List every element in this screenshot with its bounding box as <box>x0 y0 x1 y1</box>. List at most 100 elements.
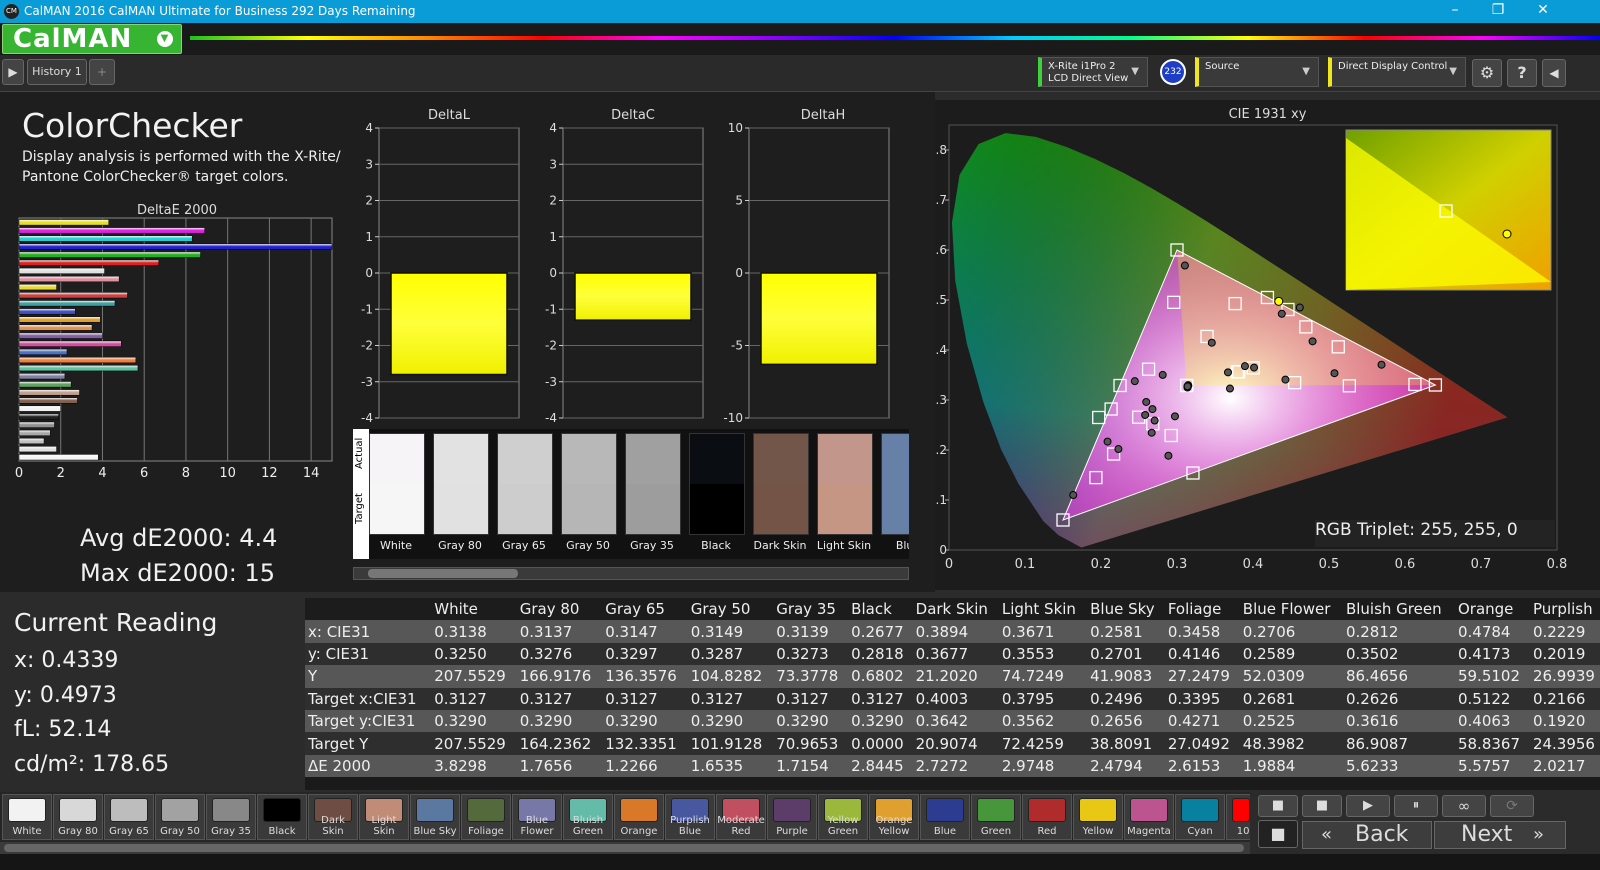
swatch-label: Light Skin <box>371 815 397 837</box>
table-cell: 2.9748 <box>998 754 1088 778</box>
table-cell: 136.3576 <box>602 665 688 688</box>
toolbar: ▶ History 1 + X-Rite i1Pro 2 LCD Direct … <box>0 55 1600 92</box>
play-icon[interactable]: ▶ <box>2 59 24 85</box>
table-cell: 0.2581 <box>1087 620 1165 643</box>
deltae-bar <box>18 292 128 299</box>
swatch-button[interactable]: Orange <box>614 794 664 840</box>
table-cell: 38.8091 <box>1087 732 1165 755</box>
delta-tick-label: -1 <box>361 302 373 316</box>
delta-tick-label: 4 <box>365 121 373 135</box>
swatch-label: Purplish Blue <box>670 815 710 837</box>
swatch-button[interactable]: Light Skin <box>359 794 409 840</box>
patch-pair <box>689 433 745 535</box>
refresh-icon[interactable]: ⟳ <box>1490 795 1534 817</box>
swatch-button[interactable]: Black <box>257 794 307 840</box>
table-cell: 0.3137 <box>516 620 603 643</box>
patch-actual <box>370 434 424 484</box>
stop-icon[interactable]: ■ <box>1258 795 1298 817</box>
swatch-button[interactable]: Magenta <box>1124 794 1174 840</box>
table-cell: 207.5529 <box>431 665 517 688</box>
swatch-button[interactable]: Gray 50 <box>155 794 205 840</box>
help-icon[interactable]: ? <box>1507 59 1537 87</box>
swatch-button[interactable]: Yellow Green <box>818 794 868 840</box>
swatch-button[interactable]: Blue Flower <box>512 794 562 840</box>
table-cell: 1.9884 <box>1239 754 1343 778</box>
close-button[interactable]: ✕ <box>1528 2 1558 20</box>
table-cell: ΔE 2000 <box>305 754 432 778</box>
table-cell: 0.3642 <box>912 709 999 733</box>
deltae-bar <box>18 429 51 436</box>
table-cell: 0.3290 <box>773 709 849 733</box>
swatch-button[interactable]: 100% <box>1226 794 1265 840</box>
swatch-button[interactable]: Green <box>971 794 1021 840</box>
display-control-selector[interactable]: Direct Display Control ▼ <box>1328 57 1466 87</box>
swatch-chip <box>161 798 199 822</box>
pause-icon[interactable]: ⏸ <box>1394 795 1438 817</box>
meter-selector[interactable]: X-Rite i1Pro 2 LCD Direct View ▼ <box>1038 57 1148 87</box>
column-header: Gray 35 <box>773 598 849 621</box>
cie-x-tick-label: 0.6 <box>1395 557 1416 572</box>
table-cell: 73.3778 <box>773 665 849 688</box>
swatch-button[interactable]: Blue <box>920 794 970 840</box>
back-button[interactable]: « Back <box>1302 821 1432 849</box>
table-cell: 0.2019 <box>1529 642 1600 666</box>
swatch-button[interactable]: Purplish Blue <box>665 794 715 840</box>
scrollbar-thumb[interactable] <box>4 844 1244 852</box>
add-tab-button[interactable]: + <box>89 59 115 85</box>
tab-history-1[interactable]: History 1 <box>27 59 87 85</box>
actual-marker <box>1277 309 1286 318</box>
play-icon[interactable]: ▶ <box>1346 795 1390 817</box>
swatch-button[interactable]: Bluish Green <box>563 794 613 840</box>
table-cell: 86.9087 <box>1342 732 1455 755</box>
swatch-button[interactable]: Cyan <box>1175 794 1225 840</box>
source-selector[interactable]: Source ▼ <box>1195 57 1319 87</box>
swatch-label: Orange <box>620 826 658 837</box>
table-cell: Y <box>305 665 432 688</box>
collapse-icon[interactable]: ◀ <box>1542 59 1566 87</box>
table-cell: 0.2589 <box>1239 642 1343 666</box>
minimize-button[interactable]: – <box>1440 2 1470 20</box>
swatch-button[interactable]: Moderate Red <box>716 794 766 840</box>
patch-target <box>562 484 616 534</box>
swatch-label: Green <box>980 826 1012 837</box>
swatch-button[interactable]: Foliage <box>461 794 511 840</box>
swatch-button[interactable]: Gray 35 <box>206 794 256 840</box>
table-row: Target y:CIE31 0.3290 0.3290 0.3290 0.3290 0.… <box>305 709 1600 733</box>
swatch-button[interactable]: Gray 65 <box>104 794 154 840</box>
record-icon[interactable]: ■ <box>1302 795 1342 817</box>
swatch-label: Blue Sky <box>413 826 457 837</box>
gear-icon[interactable]: ⚙ <box>1472 59 1502 87</box>
source-label: Source <box>1205 61 1240 72</box>
swatch-button[interactable]: Gray 80 <box>53 794 103 840</box>
table-cell: 0.4271 <box>1164 709 1240 733</box>
swatch-button[interactable]: Orange Yellow <box>869 794 919 840</box>
calman-logo-button[interactable]: CalMAN ▼ <box>2 24 182 54</box>
swatch-button[interactable]: Blue Sky <box>410 794 460 840</box>
loop-icon[interactable]: ∞ <box>1442 795 1486 817</box>
table-cell: 0.3562 <box>998 709 1088 733</box>
table-cell: 207.5529 <box>431 732 517 755</box>
swatch-button[interactable]: Purple <box>767 794 817 840</box>
patch-target <box>498 484 552 534</box>
swatch-scrollbar[interactable] <box>0 842 1250 854</box>
table-row: Target x:CIE31 0.3127 0.3127 0.3127 0.3127 0.… <box>305 687 1600 710</box>
swatch-label: Cyan <box>1187 826 1213 837</box>
next-button[interactable]: Next » <box>1434 821 1566 849</box>
table-cell: 58.8367 <box>1454 732 1530 755</box>
deltae-bar <box>18 356 137 364</box>
deltae-bar <box>18 235 193 242</box>
rgb-triplet: RGB Triplet: 255, 255, 0 <box>1315 520 1555 547</box>
scrollbar-thumb[interactable] <box>368 569 518 578</box>
swatch-button[interactable]: Dark Skin <box>308 794 358 840</box>
patch-scrollbar[interactable] <box>353 567 909 580</box>
swatch-button[interactable]: Red <box>1022 794 1072 840</box>
stop-button[interactable]: ■ <box>1258 820 1298 848</box>
table-cell: 86.4656 <box>1342 665 1455 688</box>
swatch-button[interactable]: White <box>2 794 52 840</box>
swatch-bar: White Gray 80 Gray 65 Gray 50 Gray 35 Black Da… <box>0 792 1265 842</box>
meter-badge[interactable]: 232 <box>1160 59 1186 85</box>
swatch-button[interactable]: Yellow <box>1073 794 1123 840</box>
maximize-button[interactable]: ❐ <box>1483 2 1513 20</box>
actual-marker <box>1142 397 1151 406</box>
table-cell: 0.3127 <box>848 687 913 710</box>
